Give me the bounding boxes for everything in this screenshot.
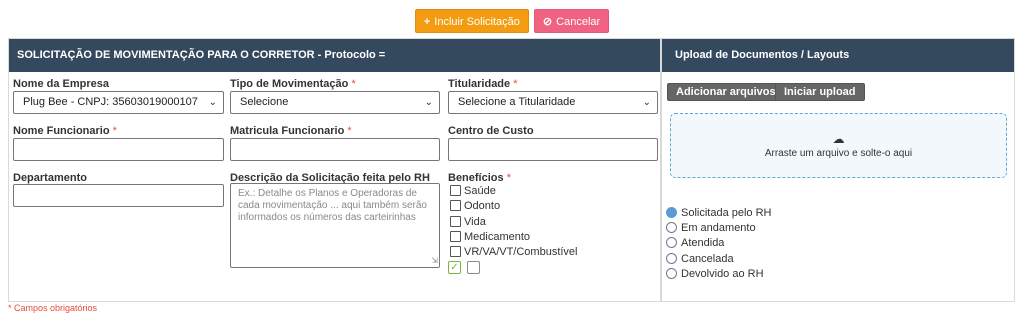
beneficio-label: Medicamento <box>464 231 531 243</box>
nome-funcionario-label: Nome Funcionario * <box>13 125 117 137</box>
checkbox-icon[interactable] <box>450 200 461 211</box>
incluir-solicitacao-button[interactable]: + Incluir Solicitação <box>414 9 529 33</box>
departamento-label-text: Departamento <box>13 172 87 184</box>
top-toolbar: + Incluir Solicitação ⊘ Cancelar <box>0 9 1024 33</box>
beneficio-label: Vida <box>464 216 486 228</box>
checkbox-icon[interactable] <box>450 185 461 196</box>
beneficios-label-text: Benefícios <box>448 172 504 184</box>
centro-custo-label: Centro de Custo <box>448 125 534 137</box>
checkbox-icon[interactable] <box>450 216 461 227</box>
required-mark: * <box>513 78 518 90</box>
radio-icon[interactable] <box>666 268 677 279</box>
matricula-input[interactable] <box>230 138 440 161</box>
status-label: Devolvido ao RH <box>681 268 764 280</box>
dropzone[interactable]: ☁ Arraste um arquivo e solte-o aqui <box>670 113 1007 178</box>
nome-empresa-label-text: Nome da Empresa <box>13 78 109 90</box>
solicitacao-header: SOLICITAÇÃO DE MOVIMENTAÇÃO PARA O CORRE… <box>9 39 660 72</box>
radio-selected-icon[interactable] <box>666 207 677 218</box>
beneficios-label: Benefícios * <box>448 172 511 184</box>
required-footnote: * Campos obrigatórios <box>8 303 98 313</box>
required-mark: * <box>347 125 352 137</box>
nome-funcionario-input[interactable] <box>13 138 224 161</box>
ban-icon: ⊘ <box>542 16 553 28</box>
chevron-down-icon: ⌄ <box>424 97 433 108</box>
titularidade-value: Selecione a Titularidade <box>458 96 576 108</box>
radio-icon[interactable] <box>666 237 677 248</box>
status-cancelada[interactable]: Cancelada <box>666 253 734 265</box>
plus-icon: + <box>423 16 431 28</box>
resize-grip-icon[interactable]: ⇲ <box>431 255 438 267</box>
status-label: Atendida <box>681 237 725 249</box>
cancelar-label: Cancelar <box>556 16 601 28</box>
titularidade-select[interactable]: Selecione a Titularidade ⌄ <box>448 91 658 114</box>
dropzone-text: Arraste um arquivo e solte-o aqui <box>764 148 913 159</box>
chevron-down-icon: ⌄ <box>208 97 217 108</box>
incluir-solicitacao-label: Incluir Solicitação <box>434 16 520 28</box>
beneficio-odonto[interactable]: Odonto <box>450 200 500 212</box>
required-mark: * <box>112 125 117 137</box>
descricao-textarea[interactable]: Ex.: Detalhe os Planos e Operadoras de c… <box>230 183 440 268</box>
nome-empresa-label: Nome da Empresa <box>13 78 109 90</box>
matricula-label-text: Matricula Funcionario <box>230 125 345 137</box>
nome-funcionario-label-text: Nome Funcionario <box>13 125 110 137</box>
required-mark: * <box>506 172 511 184</box>
upload-header: Upload de Documentos / Layouts <box>662 39 1014 72</box>
nome-empresa-select[interactable]: Plug Bee - CNPJ: 35603019000107 ⌄ <box>13 91 224 114</box>
status-em-andamento[interactable]: Em andamento <box>666 222 756 234</box>
adicionar-arquivos-button[interactable]: Adicionar arquivos <box>667 83 785 101</box>
checkbox-icon[interactable] <box>450 246 461 257</box>
clear-all-checkbox[interactable] <box>467 261 480 274</box>
status-devolvido[interactable]: Devolvido ao RH <box>666 268 764 280</box>
tipo-movimentacao-label-text: Tipo de Movimentação <box>230 78 349 90</box>
required-mark: * <box>351 78 356 90</box>
beneficio-label: Odonto <box>464 200 501 212</box>
status-label: Solicitada pelo RH <box>681 207 772 219</box>
centro-custo-label-text: Centro de Custo <box>448 125 534 137</box>
matricula-label: Matricula Funcionario * <box>230 125 352 137</box>
tipo-movimentacao-value: Selecione <box>240 96 289 108</box>
beneficio-saude[interactable]: Saúde <box>450 185 496 197</box>
cancelar-button[interactable]: ⊘ Cancelar <box>533 9 610 33</box>
iniciar-upload-button[interactable]: Iniciar upload <box>775 83 865 101</box>
centro-custo-input[interactable] <box>448 138 658 161</box>
titularidade-label-text: Titularidade <box>448 78 511 90</box>
departamento-label: Departamento <box>13 172 87 184</box>
status-solicitada[interactable]: Solicitada pelo RH <box>666 207 772 219</box>
tipo-movimentacao-select[interactable]: Selecione ⌄ <box>230 91 440 114</box>
titularidade-label: Titularidade * <box>448 78 518 90</box>
status-label: Em andamento <box>681 222 756 234</box>
beneficio-medicamento[interactable]: Medicamento <box>450 231 530 243</box>
radio-icon[interactable] <box>666 253 677 264</box>
nome-empresa-value: Plug Bee - CNPJ: 35603019000107 <box>23 96 198 108</box>
status-atendida[interactable]: Atendida <box>666 237 724 249</box>
radio-icon[interactable] <box>666 222 677 233</box>
beneficio-label: Saúde <box>464 185 496 197</box>
beneficio-vr-va-vt[interactable]: VR/VA/VT/Combustível <box>450 246 578 258</box>
tipo-movimentacao-label: Tipo de Movimentação * <box>230 78 356 90</box>
chevron-down-icon: ⌄ <box>642 97 651 108</box>
select-all-check-icon[interactable]: ✓ <box>448 261 461 274</box>
checkbox-icon[interactable] <box>450 231 461 242</box>
cloud-upload-icon: ☁ <box>832 132 845 146</box>
beneficio-label: VR/VA/VT/Combustível <box>464 246 578 258</box>
status-label: Cancelada <box>681 253 734 265</box>
departamento-input[interactable] <box>13 184 224 207</box>
beneficio-vida[interactable]: Vida <box>450 216 486 228</box>
descricao-placeholder: Ex.: Detalhe os Planos e Operadoras de c… <box>238 188 427 223</box>
